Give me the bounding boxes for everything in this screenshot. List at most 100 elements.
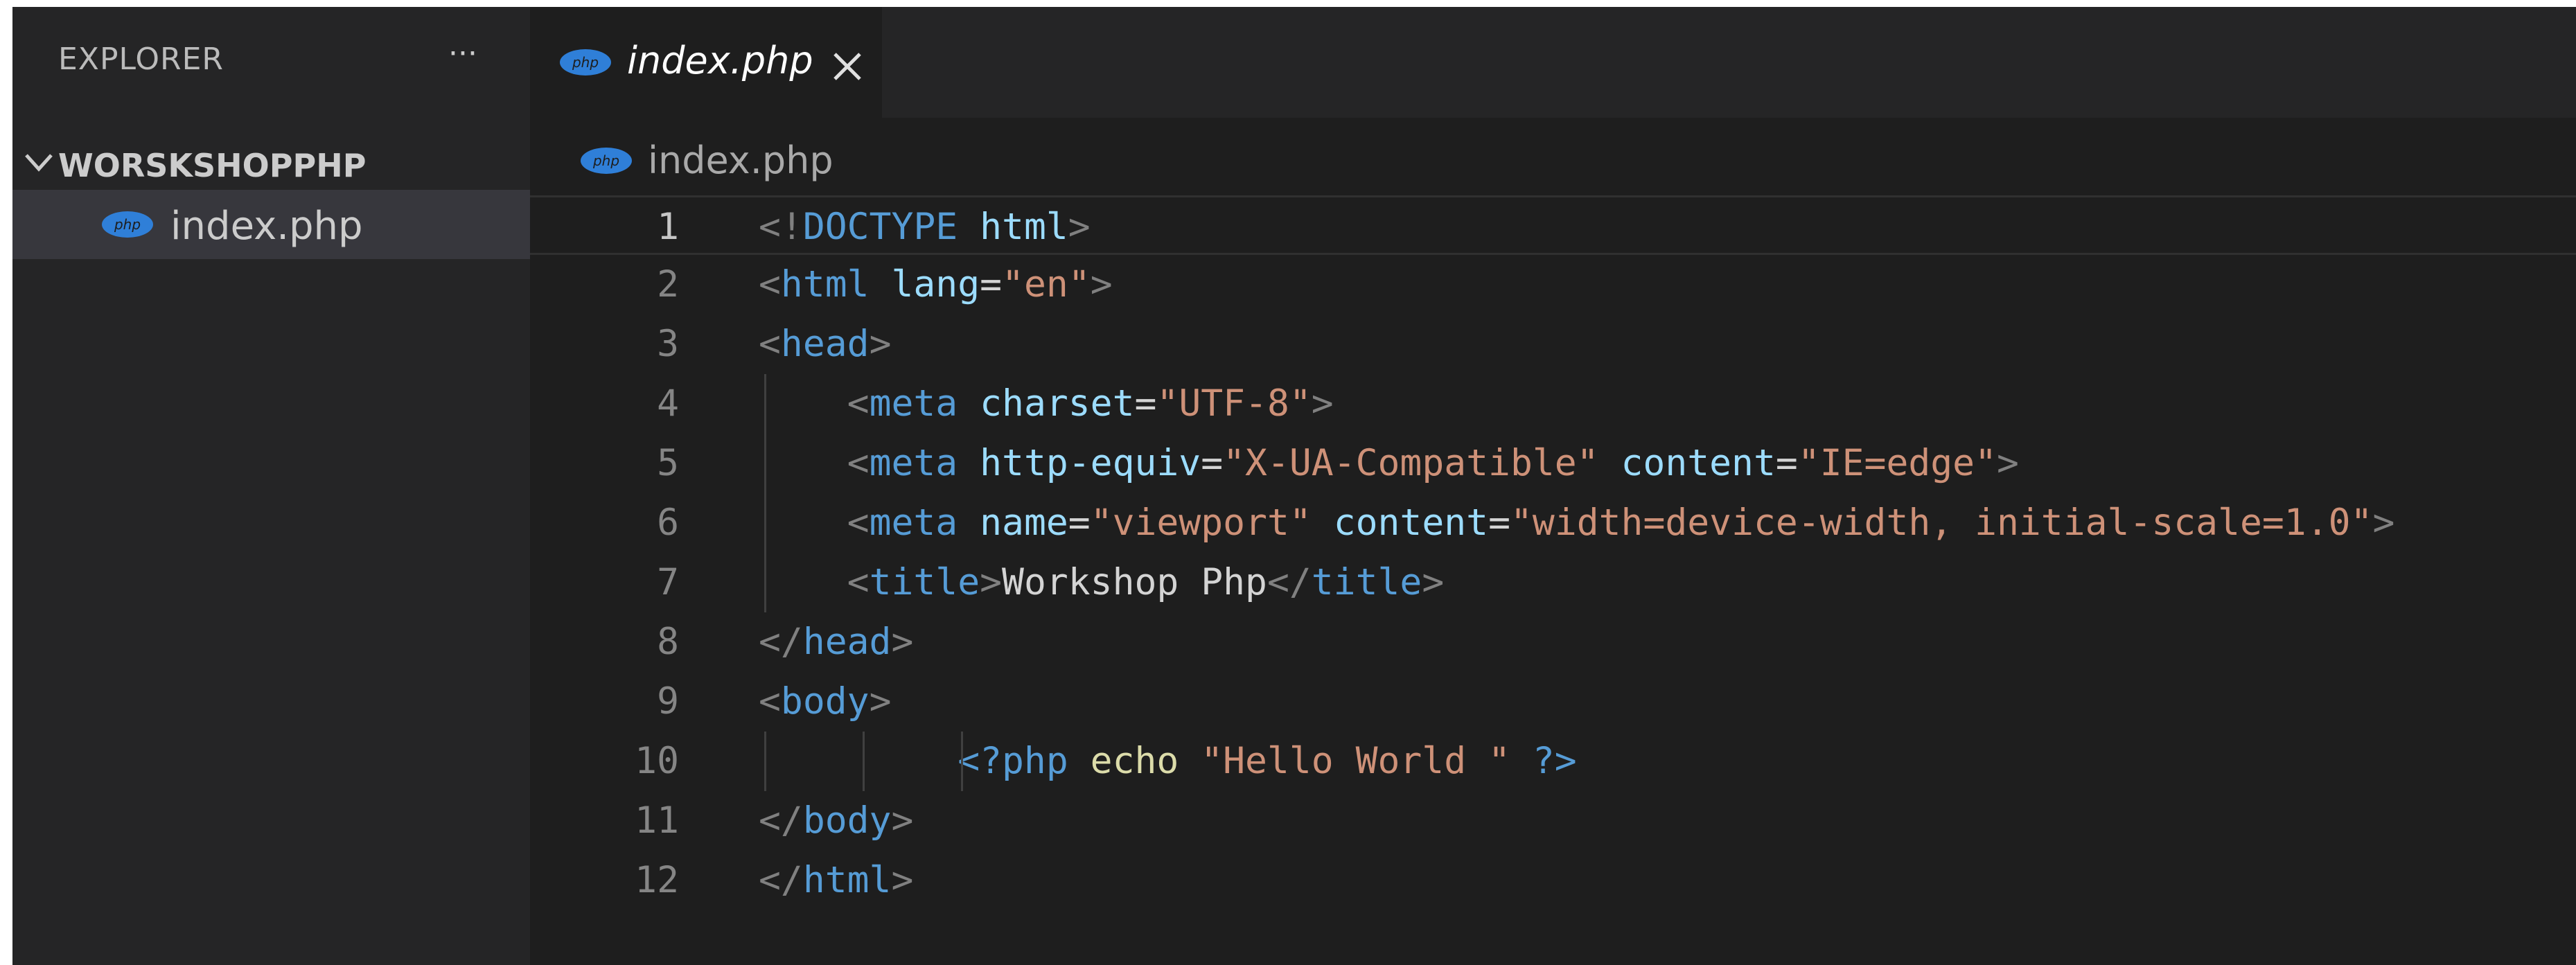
file-index-php[interactable]: php index.php: [12, 190, 530, 259]
code-token: </: [1267, 561, 1312, 603]
svg-text:php: php: [592, 152, 619, 169]
file-name: index.php: [170, 204, 363, 249]
line-source: <head>: [759, 315, 891, 374]
code-token: <!: [759, 206, 803, 248]
code-token: meta: [869, 382, 958, 425]
code-line[interactable]: 3 <head>: [530, 315, 2576, 374]
line-source: <?php echo "Hello World " ?>: [759, 732, 1577, 791]
code-token: >: [1090, 263, 1113, 306]
code-line[interactable]: 7 <title>Workshop Php</title>: [530, 553, 2576, 612]
folder-workshopphp[interactable]: WORSKSHOPPHP: [12, 137, 530, 190]
code-line[interactable]: 4 <meta charset="UTF-8">: [530, 374, 2576, 434]
code-token: =: [1068, 502, 1091, 544]
code-token: >: [1997, 442, 2019, 484]
explorer-header: EXPLORER ···: [12, 7, 530, 121]
tab-bar: php index.php: [530, 7, 2576, 118]
code-token: "width=device-width, initial-scale=1.0": [1510, 502, 2373, 544]
code-token: name: [980, 502, 1068, 544]
code-token: <: [847, 561, 870, 603]
code-token: >: [1422, 561, 1445, 603]
code-line[interactable]: 11 </body>: [530, 791, 2576, 851]
close-icon[interactable]: [828, 47, 867, 86]
code-token: "X-UA-Compatible": [1223, 442, 1599, 484]
php-file-icon: php: [102, 211, 153, 238]
code-token: meta: [869, 502, 958, 544]
code-token: >: [891, 621, 914, 663]
line-number: 2: [657, 263, 679, 306]
code-line[interactable]: 8 </head>: [530, 612, 2576, 672]
indent-guide: [764, 374, 766, 612]
tab-index-php[interactable]: php index.php: [530, 7, 882, 118]
code-token: Workshop Php: [1002, 561, 1267, 603]
line-number: 11: [635, 799, 679, 842]
code-token: <: [759, 680, 781, 723]
code-token: =: [980, 263, 1003, 306]
code-token: DOCTYPE: [802, 206, 958, 248]
line-source: </body>: [759, 791, 913, 851]
code-token: <: [847, 442, 870, 484]
code-token: http-equiv: [980, 442, 1201, 484]
breadcrumb-label: index.php: [648, 139, 833, 182]
breadcrumb[interactable]: php index.php: [530, 118, 2576, 194]
code-token: >: [2372, 502, 2395, 544]
line-number: 3: [657, 323, 679, 365]
code-token: <: [847, 502, 870, 544]
line-source: </head>: [759, 612, 913, 672]
line-source: <meta charset="UTF-8">: [759, 374, 1334, 434]
code-token: html: [980, 206, 1068, 248]
editor-area: php index.php php index.php 1 <!DOCTYPE h…: [530, 7, 2576, 965]
code-token: =: [1488, 502, 1510, 544]
code-token: >: [891, 859, 914, 901]
code-line[interactable]: 5 <meta http-equiv="X-UA-Compatible" con…: [530, 434, 2576, 493]
code-token: lang: [891, 263, 980, 306]
code-line[interactable]: 6 <meta name="viewport" content="width=d…: [530, 493, 2576, 553]
line-source: <!DOCTYPE html>: [759, 197, 1091, 257]
line-source: <meta http-equiv="X-UA-Compatible" conte…: [759, 434, 2019, 493]
explorer-sidebar: EXPLORER ··· WORSKSHOPPHP php index.php: [12, 7, 530, 965]
code-token: >: [980, 561, 1003, 603]
code-token: </: [759, 621, 803, 663]
code-line[interactable]: 10 <?php echo "Hello World " ?>: [530, 732, 2576, 791]
code-token: =: [1134, 382, 1157, 425]
more-actions-icon[interactable]: ···: [435, 33, 491, 75]
code-token: head: [802, 621, 892, 663]
code-token: >: [869, 680, 892, 723]
code-token: title: [869, 561, 980, 603]
code-token: body: [780, 680, 870, 723]
line-number: 4: [657, 382, 679, 425]
code-editor[interactable]: 1 <!DOCTYPE html> 2 <html lang="en"> 3 <head>…: [530, 195, 2576, 965]
line-number: 5: [657, 442, 679, 484]
code-token: title: [1311, 561, 1422, 603]
code-token: ?>: [1532, 740, 1577, 782]
php-file-icon: php: [581, 148, 632, 174]
code-token: content: [1333, 502, 1489, 544]
code-token: charset: [980, 382, 1135, 425]
code-line[interactable]: 2 <html lang="en">: [530, 255, 2576, 315]
code-line[interactable]: 12 </html>: [530, 851, 2576, 910]
code-token: </: [759, 799, 803, 842]
code-token: html: [780, 263, 870, 306]
code-line[interactable]: 1 <!DOCTYPE html>: [530, 195, 2576, 255]
tab-label: index.php: [627, 39, 813, 82]
code-token: >: [1068, 206, 1091, 248]
code-token: >: [869, 323, 892, 365]
indent-guide: [863, 732, 865, 791]
code-token: "en": [1002, 263, 1091, 306]
code-line[interactable]: 9 <body>: [530, 672, 2576, 732]
svg-text:php: php: [114, 216, 141, 233]
line-source: <html lang="en">: [759, 255, 1113, 315]
code-token: "IE=edge": [1797, 442, 1997, 484]
code-token: "UTF-8": [1156, 382, 1312, 425]
